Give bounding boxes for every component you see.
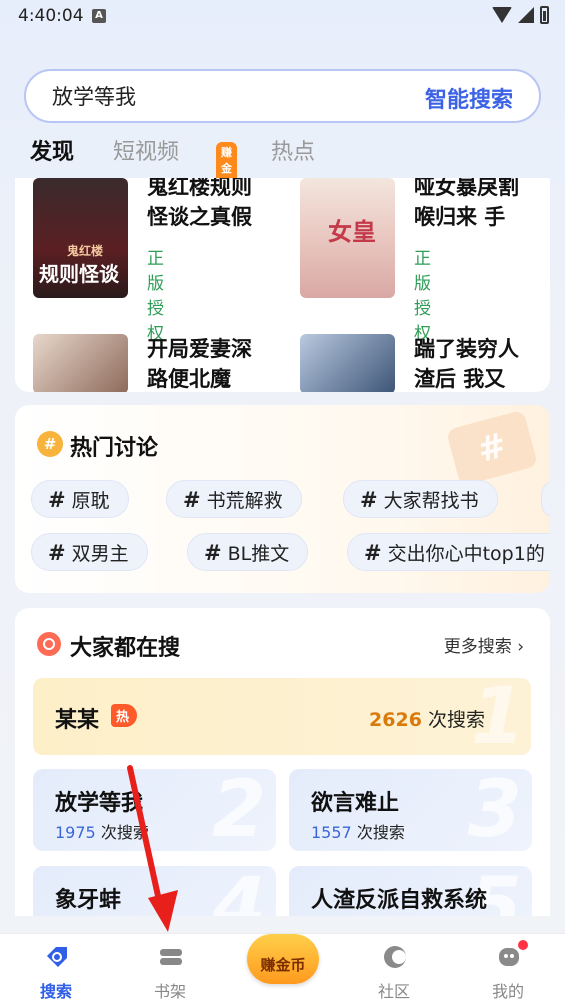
hot-discussion-title: 热门讨论 xyxy=(70,436,159,461)
nav-earn-coins[interactable]: 赚金币 xyxy=(243,920,323,1000)
nav-community[interactable]: 社区 xyxy=(354,934,434,1005)
trending-item-name: 放学等我 xyxy=(55,791,144,816)
more-searches-link[interactable]: 更多搜索 › xyxy=(444,632,524,657)
topic-chip[interactable]: # 交出你心中top1的 xyxy=(347,533,550,571)
topic-chip[interactable]: # 书荒解救 xyxy=(166,480,302,518)
tab-hot[interactable]: 热点 xyxy=(271,134,315,166)
trending-item-top[interactable]: 1 某某 热 2626 次搜索 xyxy=(33,672,531,762)
book-title: 鬼红楼规则怪谈之真假 xyxy=(147,178,252,229)
trending-item[interactable]: 3 欲言难止 1557 次搜索 xyxy=(289,769,532,851)
topic-chip[interactable]: # 双男主 xyxy=(31,533,148,571)
tab-discover[interactable]: 发现 xyxy=(30,134,74,166)
trending-item-name: 人渣反派自救系统 xyxy=(311,888,488,913)
search-count: 1557 次搜索 xyxy=(311,823,405,842)
notification-a-icon: A xyxy=(92,9,106,23)
status-bar: 4:40:04 A xyxy=(0,0,565,34)
notification-dot xyxy=(518,940,528,950)
trending-item-name: 象牙蚌 xyxy=(55,888,122,913)
trending-item-name: 某某 xyxy=(55,708,100,733)
status-icons xyxy=(492,6,549,24)
topic-chip[interactable] xyxy=(541,480,550,518)
wifi-icon xyxy=(492,7,512,23)
topic-chip[interactable]: # 大家帮找书 xyxy=(343,480,498,518)
book-title: 哑女暴戾割喉归来 手 xyxy=(414,178,519,229)
community-icon xyxy=(384,946,406,968)
smart-search-button[interactable]: 智能搜索 xyxy=(425,82,513,114)
book-cover xyxy=(300,334,395,392)
authorized-tag: 正版授权 xyxy=(147,249,164,344)
rank-number: 2 xyxy=(211,769,266,851)
hot-discussion-card: # 热门讨论 # # 原耽 # 书荒解救 # 大家帮找书 # 双男主 # BL推文 # 交出… xyxy=(15,405,550,593)
search-count: 2626 次搜索 xyxy=(369,709,485,731)
book-list-card: 鬼红楼 规则怪谈 鬼红楼规则怪谈之真假 正版授权 女皇 哑女暴戾割喉归来 手 正… xyxy=(15,178,550,392)
book-cover xyxy=(33,334,128,392)
rank-number: 4 xyxy=(211,866,266,916)
bookshelf-icon xyxy=(160,949,182,965)
nav-shelf[interactable]: 书架 xyxy=(130,934,210,1005)
trending-item[interactable]: 2 放学等我 1975 次搜索 xyxy=(33,769,276,851)
book-title: 开局爱妻深路便北魔 xyxy=(147,337,252,391)
battery-icon xyxy=(540,6,549,24)
bottom-nav: 搜索 书架 赚金币 社区 我的 xyxy=(0,933,565,1005)
search-input[interactable]: 放学等我 xyxy=(52,81,136,111)
trending-item-name: 欲言难止 xyxy=(311,791,400,816)
nav-mine[interactable]: 我的 xyxy=(468,934,548,1005)
search-bar[interactable]: 放学等我 智能搜索 xyxy=(24,69,541,123)
trending-searches-card: 大家都在搜 更多搜索 › 1 某某 热 2626 次搜索 2 放学等我 1975… xyxy=(15,608,550,916)
book-cover: 女皇 xyxy=(300,178,395,298)
hashtag-icon: # xyxy=(37,431,63,457)
topic-chip[interactable]: # BL推文 xyxy=(187,533,309,571)
signal-icon xyxy=(518,7,534,23)
book-title: 踹了装穷人渣后 我又 xyxy=(414,337,519,391)
hashtag-tag-icon: # xyxy=(445,409,539,487)
trending-item[interactable]: 5 人渣反派自救系统 xyxy=(289,866,532,916)
book-cover: 鬼红楼 规则怪谈 xyxy=(33,178,128,298)
trending-title: 大家都在搜 xyxy=(70,636,181,661)
trending-item[interactable]: 4 象牙蚌 xyxy=(33,866,276,916)
topic-chip[interactable]: # 原耽 xyxy=(31,480,129,518)
search-count: 1975 次搜索 xyxy=(55,823,149,842)
authorized-tag: 正版授权 xyxy=(414,249,431,344)
search-icon xyxy=(37,632,61,656)
chevron-right-icon: › xyxy=(517,637,524,657)
tab-short-video[interactable]: 短视频 xyxy=(113,134,179,166)
status-time: 4:40:04 xyxy=(18,6,84,26)
hot-badge: 热 xyxy=(111,704,138,727)
rank-number: 3 xyxy=(467,769,522,851)
nav-search[interactable]: 搜索 xyxy=(16,934,96,1005)
search-tag-icon xyxy=(47,947,67,967)
